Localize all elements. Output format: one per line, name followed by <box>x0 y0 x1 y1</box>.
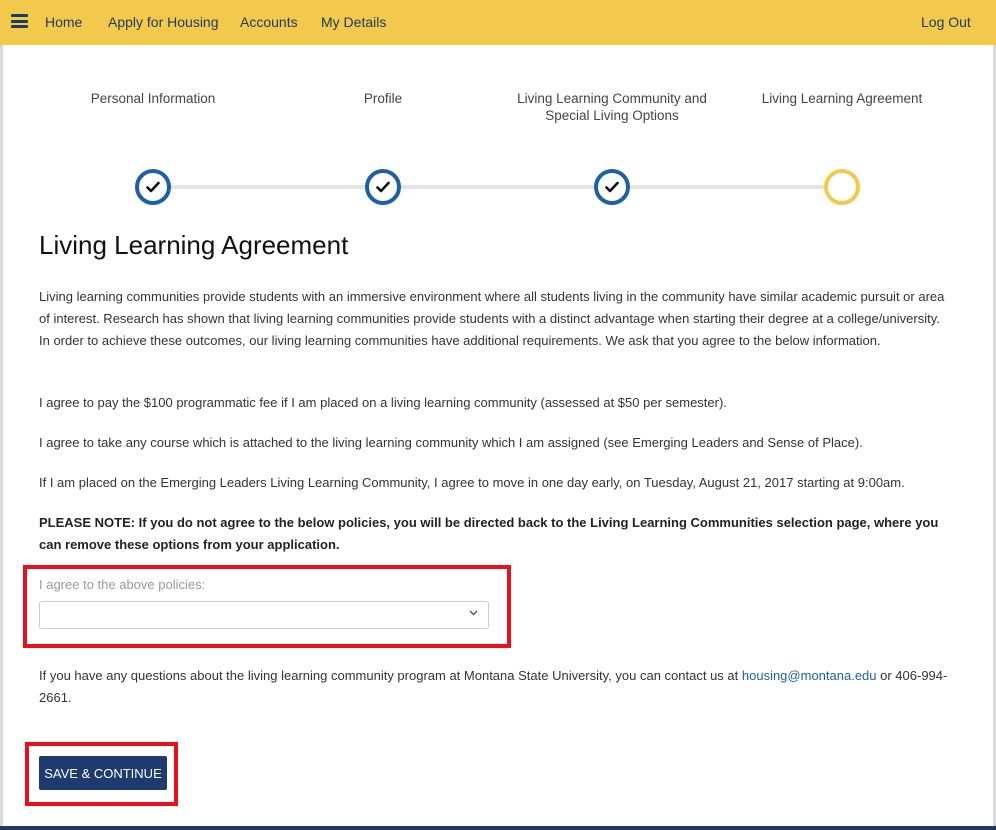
bottom-border <box>0 826 996 830</box>
nav-apply-link[interactable]: Apply for Housing <box>108 14 219 30</box>
step-connector <box>630 185 826 189</box>
step-label-living-learning-agreement: Living Learning Agreement <box>761 91 923 106</box>
contact-paragraph: If you have any questions about the livi… <box>39 665 954 709</box>
check-icon <box>146 181 160 193</box>
step-label-line: Living Learning Community and <box>517 91 707 106</box>
logout-link[interactable]: Log Out <box>921 14 971 30</box>
chevron-down-icon <box>469 607 478 619</box>
step-complete-indicator <box>135 169 171 205</box>
step-label-line: Special Living Options <box>545 108 679 123</box>
menu-icon[interactable] <box>11 14 28 28</box>
early-move-in-paragraph: If I am placed on the Emerging Leaders L… <box>39 475 905 490</box>
contact-email-link[interactable]: housing@montana.edu <box>742 668 877 683</box>
step-complete-indicator <box>594 169 630 205</box>
intro-paragraph: Living learning communities provide stud… <box>39 289 945 348</box>
nav-accounts-link[interactable]: Accounts <box>240 14 298 30</box>
step-label-personal-information: Personal Information <box>90 91 216 106</box>
step-connector <box>170 185 366 189</box>
agree-policies-select[interactable] <box>39 601 489 629</box>
please-note-paragraph: PLEASE NOTE: If you do not agree to the … <box>39 515 939 552</box>
fee-paragraph: I agree to pay the $100 programmatic fee… <box>39 395 727 410</box>
step-connector <box>400 185 596 189</box>
save-continue-button[interactable]: SAVE & CONTINUE <box>39 756 167 790</box>
nav-details-link[interactable]: My Details <box>321 14 386 30</box>
check-icon <box>605 181 619 193</box>
step-current-indicator <box>824 169 860 205</box>
check-icon <box>376 181 390 193</box>
agree-field-label: I agree to the above policies: <box>39 577 206 592</box>
contact-text: If you have any questions about the livi… <box>39 668 742 683</box>
course-paragraph: I agree to take any course which is atta… <box>39 435 863 450</box>
nav-home-link[interactable]: Home <box>45 14 82 30</box>
top-nav: Home Apply for Housing Accounts My Detai… <box>0 0 996 45</box>
page-title: Living Learning Agreement <box>39 230 349 260</box>
step-label-profile: Profile <box>363 91 403 106</box>
step-label-llc-options: Living Learning Community and Special Li… <box>502 90 722 124</box>
step-complete-indicator <box>365 169 401 205</box>
